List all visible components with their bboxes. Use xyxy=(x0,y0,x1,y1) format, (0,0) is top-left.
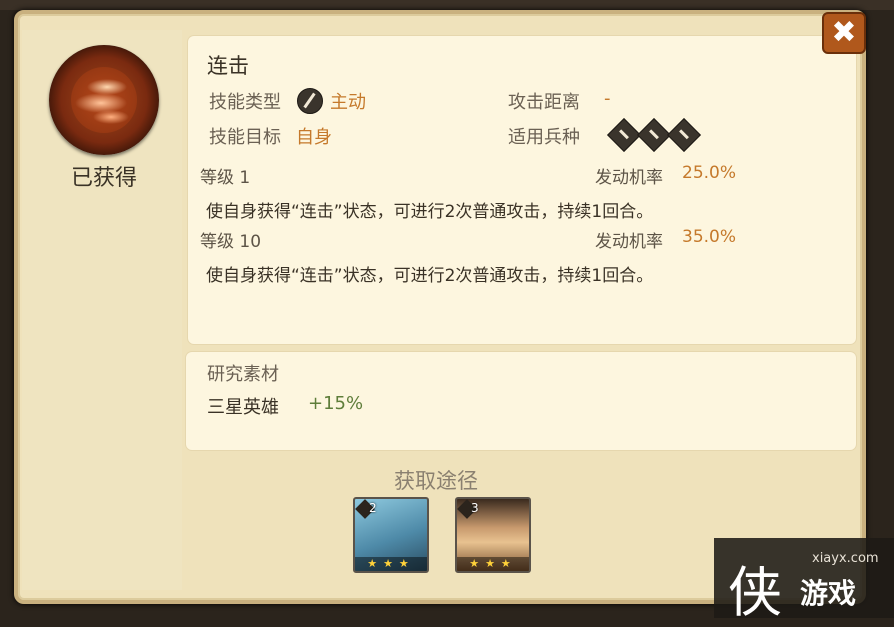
hero-stars: ★★★ xyxy=(355,557,427,571)
level-10-label: 等级 10 xyxy=(200,232,262,252)
skill-name: 连击 xyxy=(207,54,249,78)
backdrop-top xyxy=(0,0,894,10)
skill-icon-combo xyxy=(49,45,159,155)
level-1-description: 使自身获得“连击”状态，可进行2次普通攻击，持续1回合。 xyxy=(206,202,654,222)
hero-number: 3 xyxy=(471,501,479,515)
level-10-description: 使自身获得“连击”状态，可进行2次普通攻击，持续1回合。 xyxy=(206,266,654,286)
research-bonus: +15% xyxy=(308,393,364,414)
research-item: 三星英雄 xyxy=(207,397,279,418)
hero-stars: ★★★ xyxy=(457,557,529,571)
level-10-rate-label: 发动机率 xyxy=(595,232,663,252)
obtained-status-label: 已获得 xyxy=(70,166,137,191)
elf-hero-portrait[interactable]: 3 ★★★ xyxy=(455,497,531,573)
attack-range-value: - xyxy=(604,88,611,109)
level-1-rate-value: 25.0% xyxy=(682,163,737,183)
flame-swirl-icon xyxy=(71,67,137,133)
level-1-label: 等级 1 xyxy=(200,168,251,188)
skill-type-value: 主动 xyxy=(330,92,366,113)
attack-range-label: 攻击距离 xyxy=(508,92,580,113)
skill-type-label: 技能类型 xyxy=(209,92,281,113)
watermark-url: xiayx.com xyxy=(812,551,879,566)
research-material-box xyxy=(186,352,856,450)
hero-number: 2 xyxy=(369,501,377,515)
obtain-source-title: 获取途径 xyxy=(394,469,478,493)
skill-info-box xyxy=(188,36,856,344)
skill-target-value: 自身 xyxy=(296,127,332,148)
watermark-name: 游戏 xyxy=(800,577,857,610)
skill-target-label: 技能目标 xyxy=(209,127,281,148)
watermark-logo: 侠 xyxy=(728,561,782,624)
research-title: 研究素材 xyxy=(207,364,279,385)
level-10-rate-value: 35.0% xyxy=(682,227,737,247)
level-1-rate-label: 发动机率 xyxy=(595,168,663,188)
troop-type-label: 适用兵种 xyxy=(508,127,580,148)
close-button[interactable]: ✖ xyxy=(822,12,866,54)
active-skill-icon xyxy=(297,88,323,114)
shark-hero-portrait[interactable]: 2 ★★★ xyxy=(353,497,429,573)
